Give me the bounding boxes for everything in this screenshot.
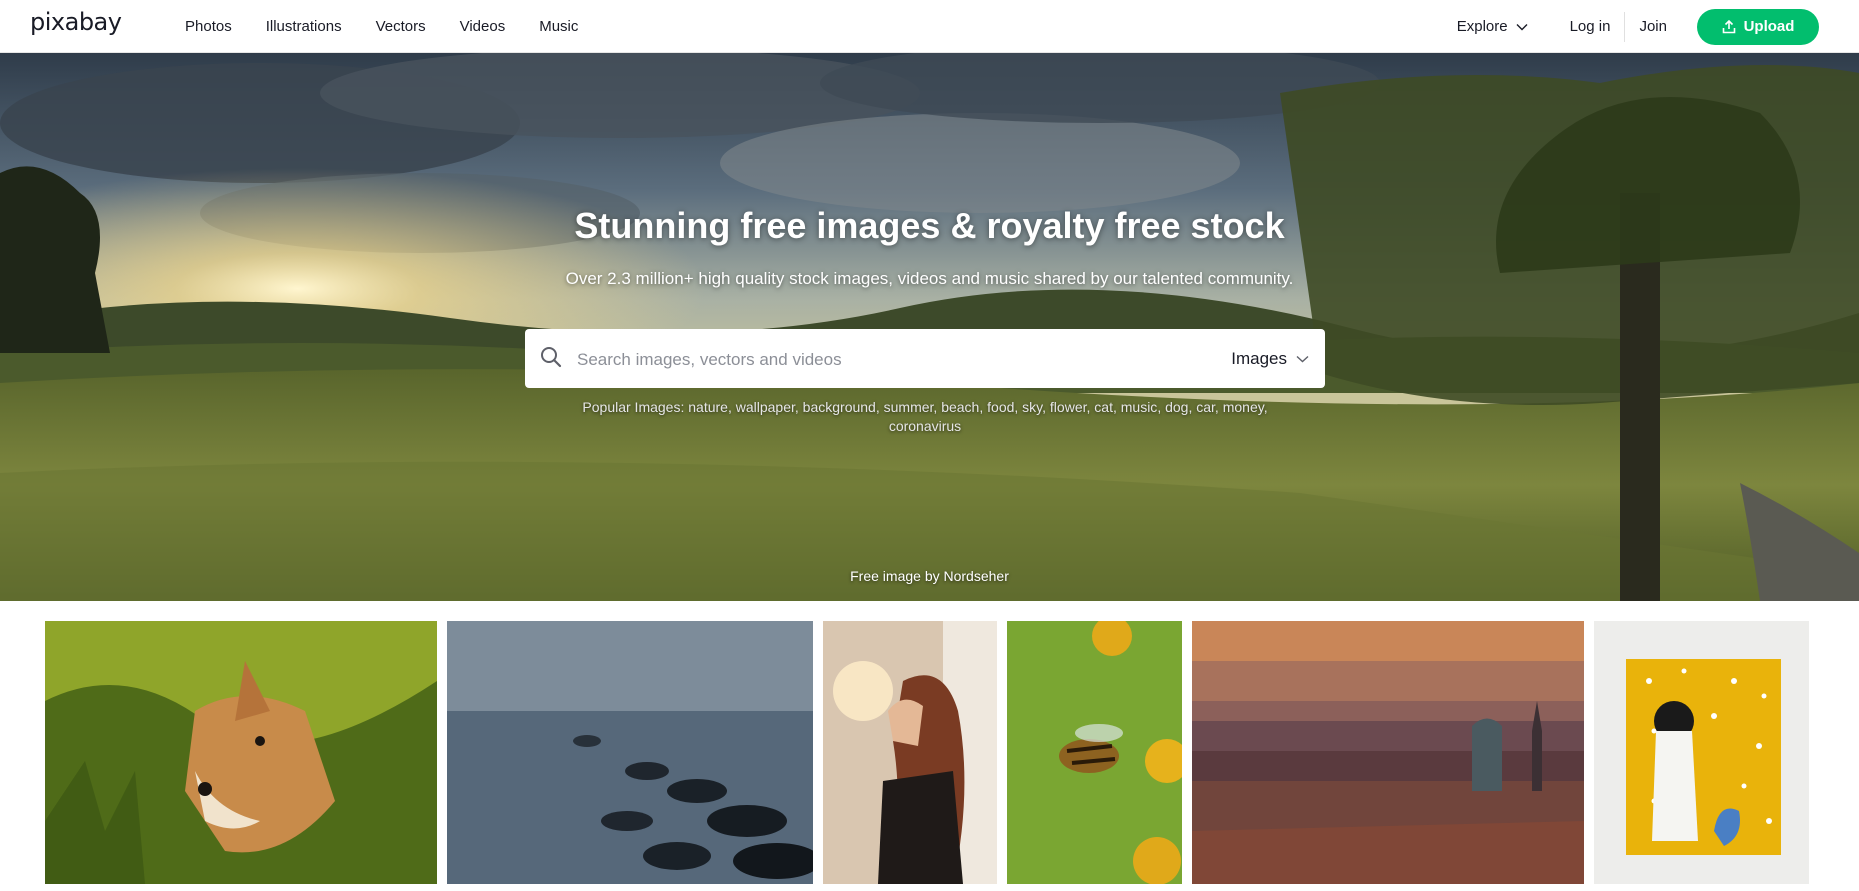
chevron-down-icon: [1296, 355, 1309, 362]
nav-music[interactable]: Music: [539, 18, 578, 35]
pixabay-logo[interactable]: pixabay: [30, 8, 122, 36]
nav-divider: [1624, 11, 1626, 42]
popular-tag[interactable]: food: [987, 399, 1014, 415]
upload-icon: [1722, 19, 1735, 33]
popular-tag[interactable]: music: [1121, 399, 1158, 415]
popular-tag[interactable]: cat: [1094, 399, 1113, 415]
popular-tag[interactable]: dog: [1165, 399, 1188, 415]
popular-tag[interactable]: car: [1196, 399, 1215, 415]
hero-banner: Stunning free images & royalty free stoc…: [0, 53, 1859, 601]
popular-tag[interactable]: summer: [884, 399, 934, 415]
city-sunset-photo: [1192, 621, 1584, 884]
nav-illustrations[interactable]: Illustrations: [266, 18, 342, 35]
popular-tag[interactable]: nature: [688, 399, 728, 415]
credit-prefix: Free image by: [850, 568, 940, 584]
upload-button[interactable]: Upload: [1697, 8, 1819, 45]
chevron-down-icon: [1516, 23, 1528, 30]
rocky-sea-photo: [447, 621, 813, 884]
media-type-select[interactable]: Images: [1231, 329, 1309, 388]
hero-background-image: [0, 53, 1859, 601]
dog-photo: [45, 621, 437, 884]
gallery-image-rocks[interactable]: [447, 621, 813, 884]
explore-menu[interactable]: Explore: [1457, 18, 1528, 35]
search-bar: Images: [525, 329, 1325, 390]
nav-photos[interactable]: Photos: [185, 18, 232, 35]
gallery-image-woman[interactable]: [823, 621, 997, 884]
popular-searches: Popular Images: nature, wallpaper, backg…: [582, 399, 1268, 434]
popular-tag[interactable]: wallpaper: [736, 399, 795, 415]
credit-author-link[interactable]: Nordseher: [944, 568, 1009, 584]
login-link[interactable]: Log in: [1570, 18, 1611, 35]
explore-label: Explore: [1456, 18, 1508, 35]
gallery-image-illustration[interactable]: [1594, 621, 1809, 884]
bee-photo: [1007, 621, 1182, 884]
main-nav: Photos Illustrations Vectors Videos Musi…: [185, 0, 612, 53]
hero-title: Stunning free images & royalty free stoc…: [574, 205, 1285, 246]
popular-tag[interactable]: coronavirus: [889, 418, 961, 434]
popular-label: Popular Images:: [582, 399, 685, 415]
upload-label: Upload: [1743, 18, 1795, 35]
popular-tag[interactable]: beach: [941, 399, 979, 415]
image-credit: Free image by Nordseher: [0, 568, 1859, 584]
popular-tag[interactable]: money: [1223, 399, 1264, 415]
gallery-image-bee[interactable]: [1007, 621, 1182, 884]
hero-subtitle: Over 2.3 million+ high quality stock ima…: [565, 269, 1294, 288]
nav-vectors[interactable]: Vectors: [376, 18, 426, 35]
search-icon: [541, 347, 562, 368]
account-nav: Explore Log in Join Upload: [1457, 0, 1819, 53]
join-link[interactable]: Join: [1639, 18, 1667, 35]
popular-tag[interactable]: flower: [1050, 399, 1087, 415]
woman-portrait-photo: [823, 621, 997, 884]
gallery-image-dog[interactable]: [45, 621, 437, 884]
girl-cat-illustration: [1594, 621, 1809, 884]
search-input[interactable]: [575, 329, 1199, 390]
nav-videos[interactable]: Videos: [460, 18, 506, 35]
popular-tag[interactable]: sky: [1022, 399, 1042, 415]
top-navigation-bar: pixabay Photos Illustrations Vectors Vid…: [0, 0, 1859, 53]
popular-tag[interactable]: background: [803, 399, 876, 415]
gallery-image-city[interactable]: [1192, 621, 1584, 884]
media-type-label: Images: [1231, 348, 1287, 368]
